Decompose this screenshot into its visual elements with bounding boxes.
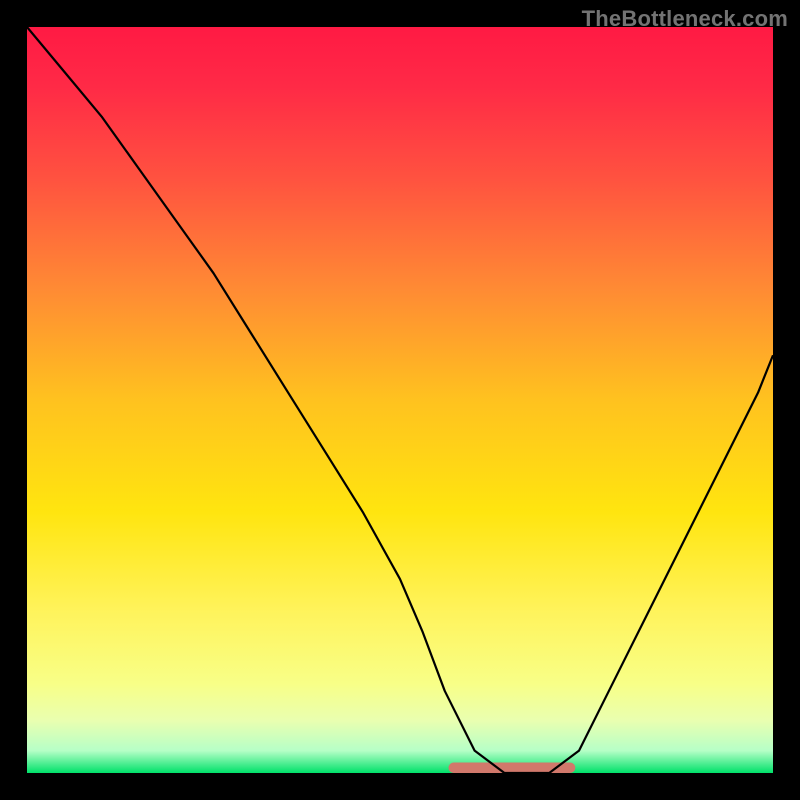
chart-svg bbox=[27, 27, 773, 773]
plot-inner bbox=[27, 27, 773, 773]
chart-stage: TheBottleneck.com bbox=[0, 0, 800, 800]
plot-outer-frame bbox=[27, 27, 773, 773]
gradient-background bbox=[27, 27, 773, 773]
